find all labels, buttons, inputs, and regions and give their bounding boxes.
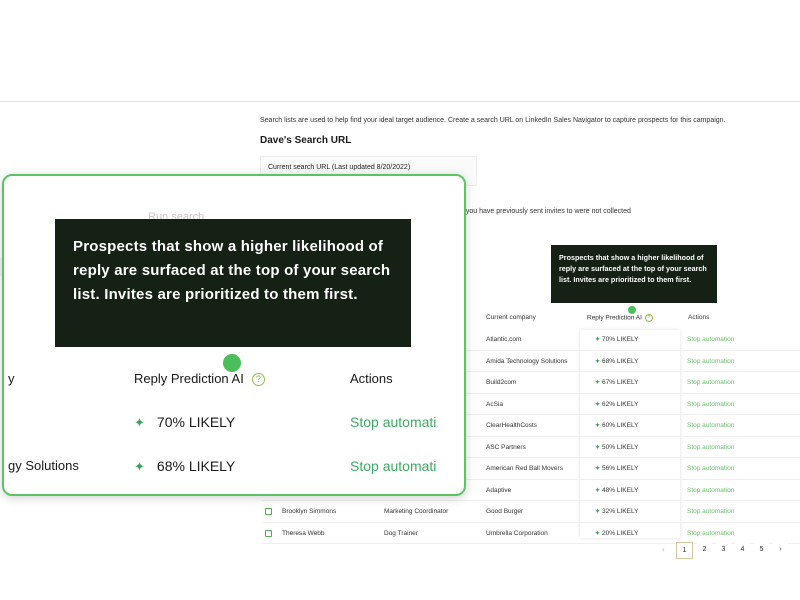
company-cell: American Red Ball Movers <box>486 465 563 472</box>
title-cell: Dog Trainer <box>384 529 418 537</box>
sparkle-icon: ✦ <box>595 509 601 515</box>
reply-cell: ✦ 48% LIKELY <box>595 486 639 494</box>
sparkle-icon: ✦ <box>595 401 601 408</box>
company-cell: Good Burger <box>486 508 524 515</box>
title-cell: Marketing Coordinator <box>384 508 449 515</box>
company-cell: ClearHealthCosts <box>486 422 537 429</box>
tooltip-small: Prospects that show a higher likelihood … <box>551 245 717 303</box>
reply-cell: ✦ 62% LIKELY <box>595 400 639 408</box>
sparkle-icon: ✦ <box>595 487 601 494</box>
company-cell: Umbrella Corporation <box>486 529 548 537</box>
page-2-button[interactable]: 2 <box>697 542 712 557</box>
sparkle-icon: ✦ <box>595 358 601 365</box>
help-icon[interactable]: ? <box>644 314 653 322</box>
zoom-stop-automation-link[interactable]: Stop automati <box>350 458 436 474</box>
page-5-button[interactable]: 5 <box>754 542 769 557</box>
reply-cell: ✦ 60% LIKELY <box>595 422 639 429</box>
company-cell: AcSia <box>486 400 503 408</box>
page-4-button[interactable]: 4 <box>735 542 750 557</box>
checkbox-icon[interactable] <box>265 508 272 515</box>
stop-automation-link[interactable]: Stop automation <box>687 444 734 451</box>
reply-cell: ✦ 50% LIKELY <box>595 443 639 451</box>
tooltip-pointer-small <box>628 306 636 314</box>
stop-automation-link[interactable]: Stop automation <box>687 465 734 472</box>
table-row[interactable]: Brooklyn Simmons Marketing Coordinator Goo… <box>262 501 800 523</box>
pagination-next[interactable]: › <box>773 542 788 557</box>
sparkle-icon: ✦ <box>595 444 601 451</box>
name-cell: Theresa Webb <box>282 529 325 537</box>
page-1-button[interactable]: 1 <box>676 542 693 559</box>
stop-automation-link[interactable]: Stop automation <box>687 336 734 343</box>
tooltip-large: Prospects that show a higher likelihood … <box>55 219 411 347</box>
pagination: 1 2 3 4 5 › <box>676 542 788 559</box>
table-row[interactable]: Theresa Webb Dog Trainer Umbrella Corporat… <box>262 523 800 544</box>
sparkle-icon: ✦ <box>134 459 145 474</box>
stop-automation-link[interactable]: Stop automation <box>687 401 734 408</box>
name-cell: Brooklyn Simmons <box>282 508 337 515</box>
header-reply-prediction: Reply Prediction AI? <box>587 314 653 322</box>
company-cell: Atlantic.com <box>486 336 522 343</box>
sparkle-icon: ✦ <box>595 337 601 343</box>
reply-cell: ✦ 32% LIKELY <box>595 508 639 515</box>
sparkle-icon: ✦ <box>595 530 601 537</box>
zoom-header-partial: y <box>8 371 15 386</box>
sparkle-icon: ✦ <box>595 380 601 386</box>
sparkle-icon: ✦ <box>595 423 601 429</box>
company-cell: ASC Partners <box>486 443 526 451</box>
search-url-label: Current search URL (Last updated 8/20/20… <box>268 164 411 171</box>
checkbox-icon[interactable] <box>265 529 272 537</box>
reply-cell: ✦ 70% LIKELY <box>595 336 639 343</box>
stop-automation-link[interactable]: Stop automation <box>687 422 734 429</box>
zoom-reply-cell: ✦ 68% LIKELY <box>134 458 236 474</box>
company-cell: Adaptive <box>486 486 512 494</box>
reply-cell: ✦ 56% LIKELY <box>595 465 639 472</box>
sparkle-icon: ✦ <box>595 466 601 472</box>
zoom-company-cell: gy Solutions <box>8 458 79 473</box>
stop-automation-link[interactable]: Stop automation <box>687 508 734 515</box>
stage: Search lists are used to help find your … <box>0 0 800 600</box>
page-title: Dave's Search URL <box>260 135 352 146</box>
page-3-button[interactable]: 3 <box>716 542 731 557</box>
tooltip-pointer-large <box>223 354 241 372</box>
company-cell: Amida Technology Solutions <box>486 357 568 365</box>
collection-note: t you have previously sent invites to we… <box>462 208 631 215</box>
help-icon[interactable]: ? <box>251 373 265 387</box>
stop-automation-link[interactable]: Stop automation <box>687 530 734 537</box>
reply-cell: ✦ 20% LIKELY <box>595 529 639 537</box>
zoom-reply-cell: ✦ 70% LIKELY <box>134 414 236 430</box>
intro-text: Search lists are used to help find your … <box>260 117 726 124</box>
reply-cell: ✦ 67% LIKELY <box>595 379 639 386</box>
header-current-company: Current company <box>486 314 536 321</box>
stop-automation-link[interactable]: Stop automation <box>687 487 734 494</box>
sparkle-icon: ✦ <box>134 415 145 430</box>
zoom-stop-automation-link[interactable]: Stop automati <box>350 414 436 430</box>
zoom-header-reply-prediction: Reply Prediction AI? <box>134 371 265 387</box>
stop-automation-link[interactable]: Stop automation <box>687 358 734 365</box>
zoom-header-actions: Actions <box>350 371 393 386</box>
header-actions: Actions <box>688 314 710 321</box>
company-cell: Build2com <box>486 379 517 386</box>
pagination-prev[interactable]: ‹ <box>656 542 671 557</box>
reply-cell: ✦ 68% LIKELY <box>595 357 639 365</box>
stop-automation-link[interactable]: Stop automation <box>687 379 734 386</box>
